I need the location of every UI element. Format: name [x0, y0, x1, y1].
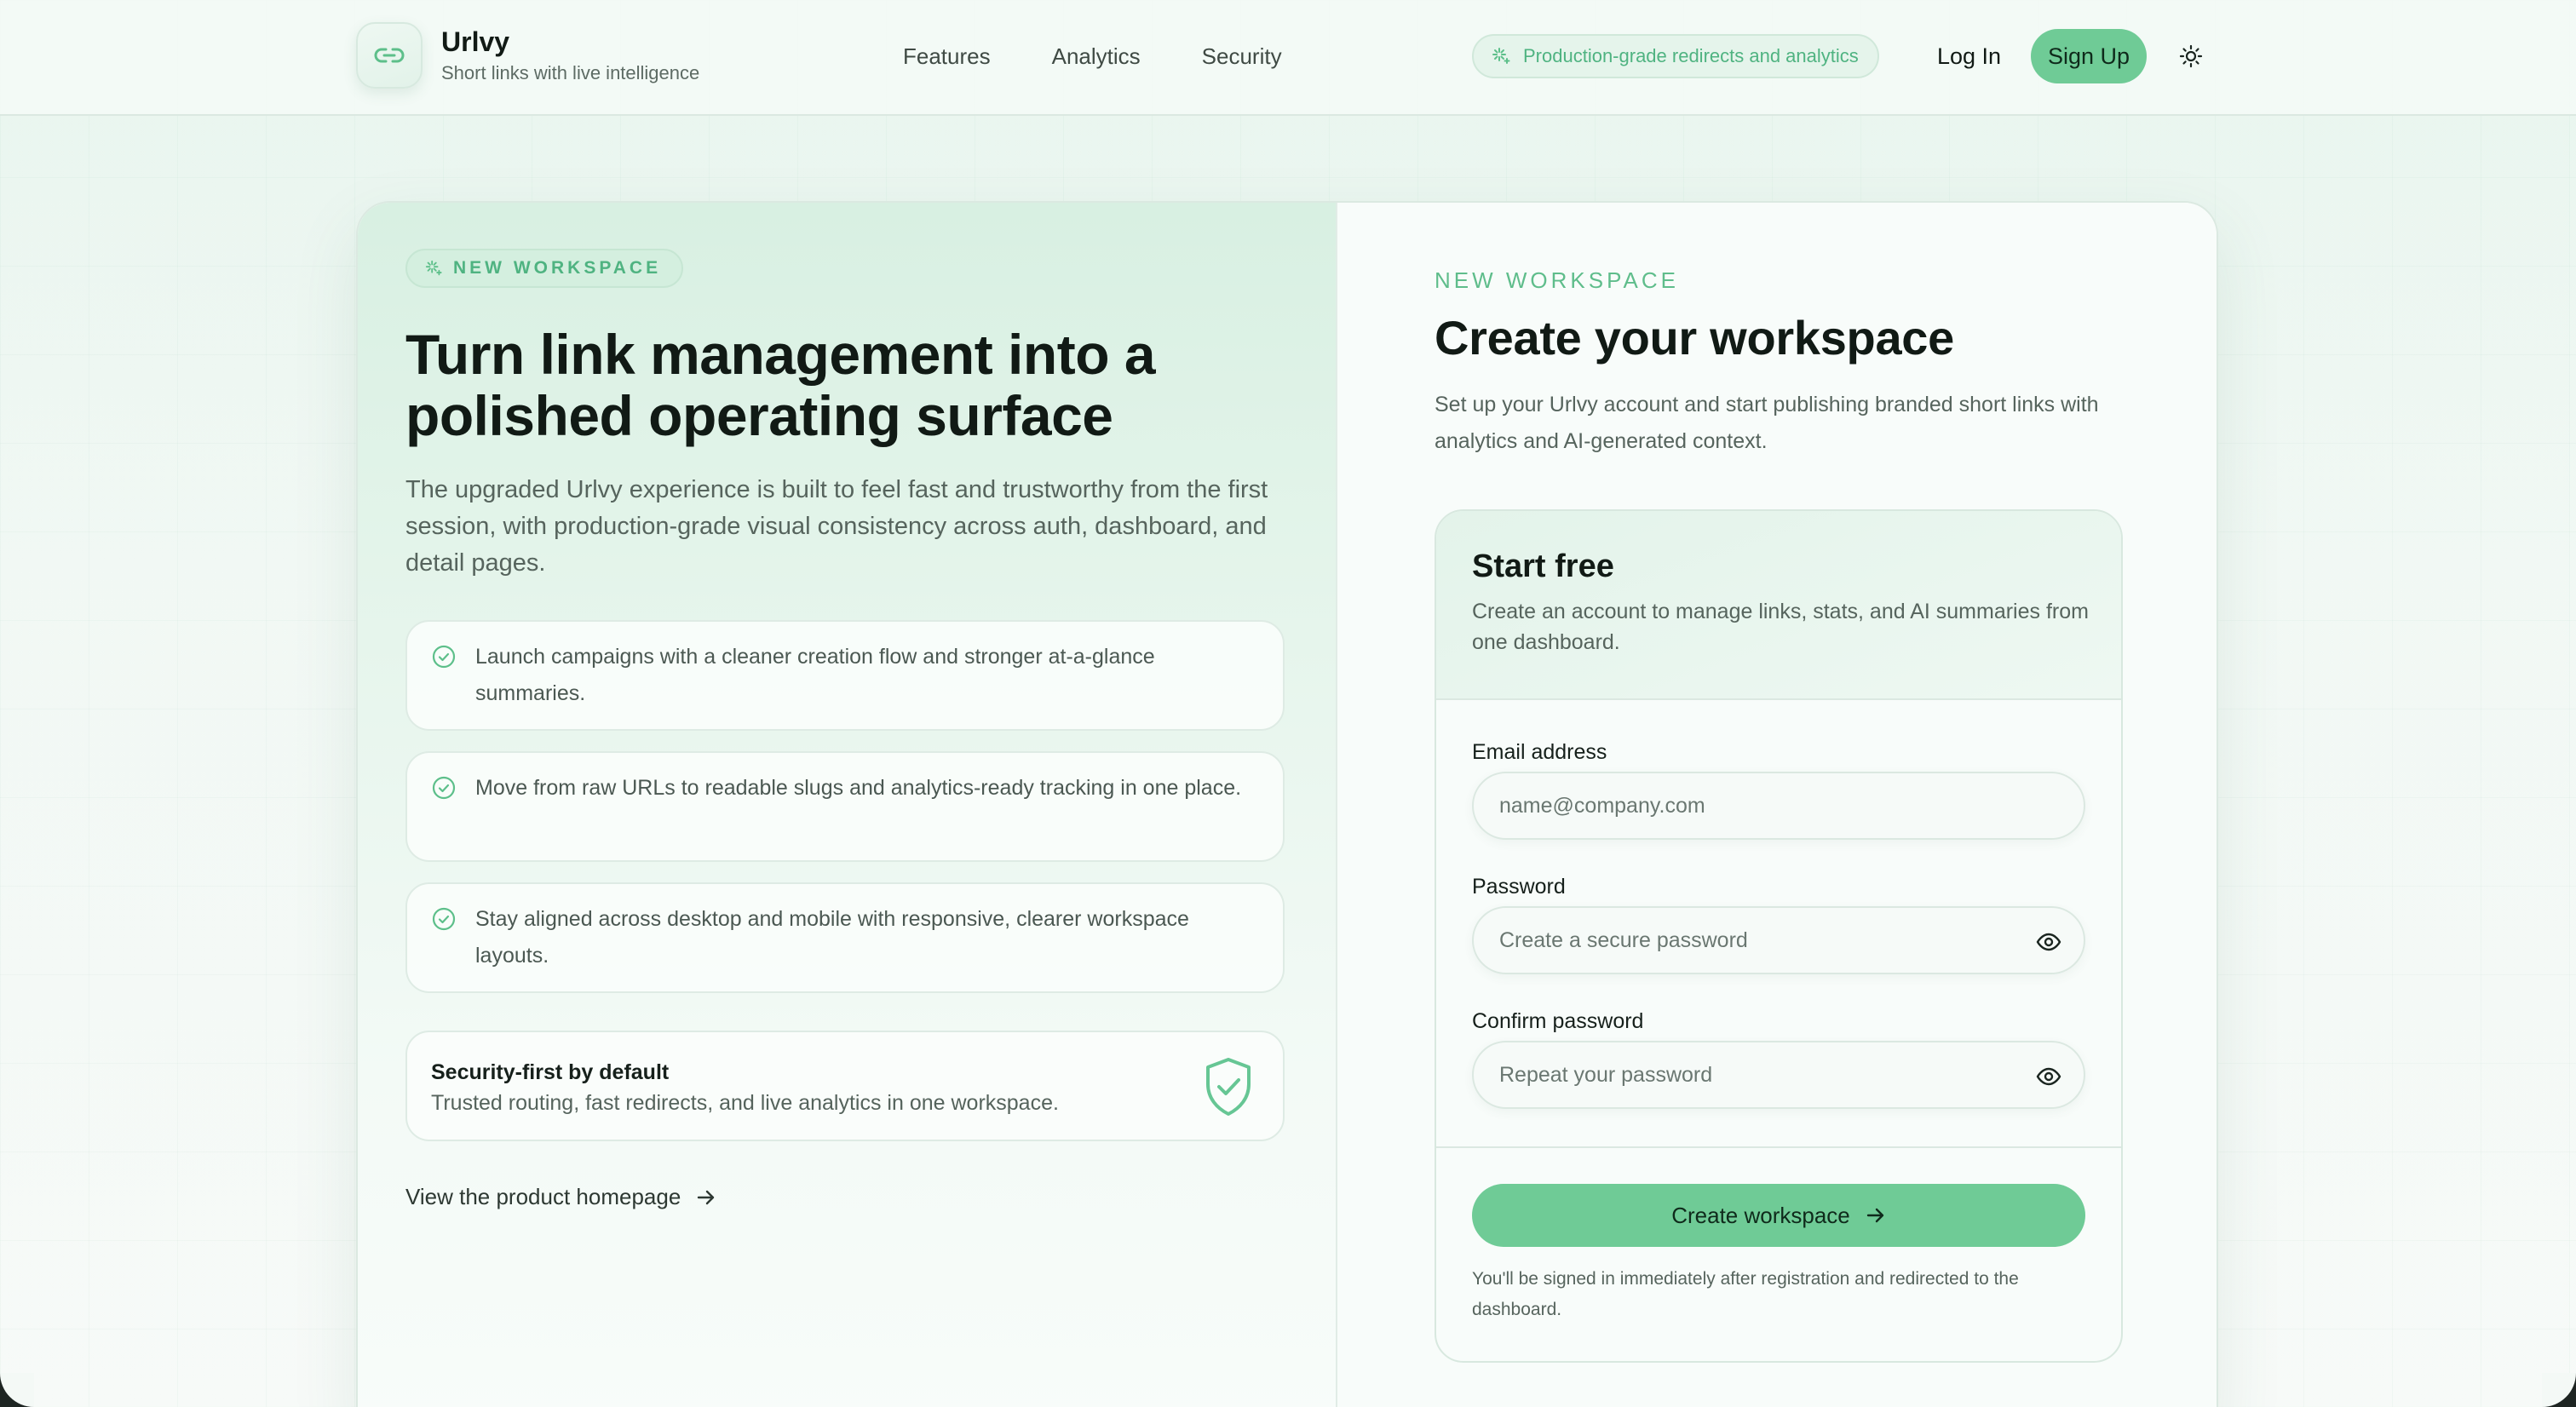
- form-heading: Create your workspace: [1435, 311, 1954, 365]
- sparkle-icon: [1492, 48, 1510, 64]
- hero-description: The upgraded Urlvy experience is built t…: [405, 476, 1268, 577]
- eye-icon[interactable]: [2036, 930, 2061, 954]
- feature-item: Move from raw URLs to readable slugs and…: [405, 751, 1285, 862]
- email-field[interactable]: [1474, 773, 2084, 838]
- form-card-header: Start free Create an account to manage l…: [1436, 511, 2121, 700]
- product-homepage-link[interactable]: View the product homepage: [405, 1184, 716, 1210]
- top-navbar: Urlvy Short links with live intelligence…: [0, 0, 2576, 116]
- feature-text: Launch campaigns with a cleaner creation…: [475, 645, 1155, 705]
- main-nav: Features Analytics Security: [903, 41, 1282, 72]
- feature-text: Stay aligned across desktop and mobile w…: [475, 907, 1189, 968]
- eye-icon[interactable]: [2036, 1065, 2061, 1088]
- hero-title: Turn link management into a polished ope…: [405, 323, 1156, 447]
- sun-icon: [2179, 44, 2203, 68]
- form-card-subtitle: Create an account to manage links, stats…: [1472, 600, 2089, 654]
- nav-security[interactable]: Security: [1202, 41, 1282, 72]
- check-circle-icon: [432, 907, 456, 931]
- auth-card: NEW WORKSPACE Turn link management into …: [356, 201, 2218, 1407]
- form-card-title: Start free: [1472, 548, 1614, 584]
- feature-badge: Production-grade redirects and analytics: [1472, 34, 1879, 78]
- link-logo-icon: [356, 22, 423, 89]
- theme-toggle-button[interactable]: [2176, 41, 2206, 72]
- nav-analytics[interactable]: Analytics: [1052, 41, 1141, 72]
- feature-item: Stay aligned across desktop and mobile w…: [405, 882, 1285, 993]
- check-circle-icon: [432, 645, 456, 669]
- password-label: Password: [1472, 875, 1566, 899]
- shield-check-icon: [1206, 1058, 1251, 1116]
- create-workspace-button[interactable]: Create workspace: [1472, 1184, 2085, 1247]
- form-divider: [1436, 1146, 2121, 1148]
- form-eyebrow: NEW WORKSPACE: [1435, 267, 1679, 293]
- security-callout: Security-first by default Trusted routin…: [405, 1031, 1285, 1141]
- feature-list: Launch campaigns with a cleaner creation…: [405, 620, 1285, 1014]
- product-homepage-link-text: View the product homepage: [405, 1184, 681, 1209]
- eyebrow-pill: NEW WORKSPACE: [405, 249, 684, 288]
- password-field[interactable]: [1474, 908, 2084, 973]
- signup-panel: NEW WORKSPACE Create your workspace Set …: [1337, 203, 2217, 1407]
- brand[interactable]: Urlvy Short links with live intelligence: [356, 22, 699, 89]
- email-field-wrap: [1472, 772, 2085, 840]
- eyebrow-text: NEW WORKSPACE: [453, 258, 662, 278]
- form-description: Set up your Urlvy account and start publ…: [1435, 393, 2099, 453]
- check-circle-icon: [432, 776, 456, 800]
- window-corner-left: [0, 1373, 34, 1407]
- arrow-right-icon: [698, 1190, 715, 1204]
- confirm-password-field-wrap: [1472, 1041, 2085, 1109]
- feature-text: Move from raw URLs to readable slugs and…: [475, 776, 1242, 800]
- security-subtitle: Trusted routing, fast redirects, and liv…: [431, 1091, 1059, 1115]
- signup-button[interactable]: Sign Up: [2031, 29, 2147, 83]
- password-field-wrap: [1472, 906, 2085, 974]
- arrow-right-icon: [1866, 1208, 1883, 1223]
- login-link[interactable]: Log In: [1937, 41, 2001, 72]
- marketing-panel: NEW WORKSPACE Turn link management into …: [358, 203, 1337, 1407]
- signup-form: Start free Create an account to manage l…: [1435, 509, 2123, 1363]
- feature-item: Launch campaigns with a cleaner creation…: [405, 620, 1285, 731]
- confirm-password-label: Confirm password: [1472, 1009, 1644, 1033]
- window-corner-right: [2542, 1373, 2576, 1407]
- create-workspace-button-label: Create workspace: [1671, 1202, 1850, 1228]
- nav-features[interactable]: Features: [903, 41, 991, 72]
- form-note: You'll be signed in immediately after re…: [1472, 1269, 2019, 1319]
- email-label: Email address: [1472, 740, 1607, 764]
- confirm-password-field[interactable]: [1474, 1042, 2084, 1107]
- sparkle-icon: [425, 260, 442, 276]
- brand-name: Urlvy: [441, 26, 510, 57]
- feature-badge-text: Production-grade redirects and analytics: [1523, 45, 1859, 66]
- brand-tagline: Short links with live intelligence: [441, 62, 700, 83]
- security-title: Security-first by default: [431, 1060, 670, 1084]
